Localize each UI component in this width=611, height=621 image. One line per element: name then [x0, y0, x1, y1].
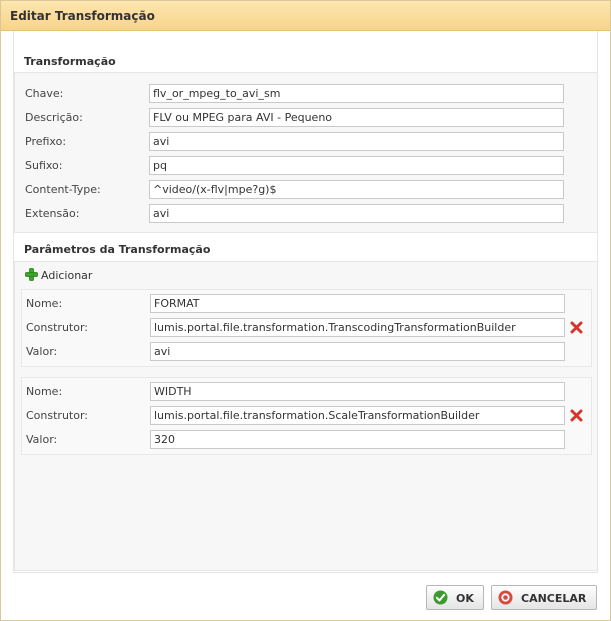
- field-row-content-type: Content-Type: ^video/(x-flv|mpe?g)$: [15, 180, 597, 200]
- param-value-label: Valor:: [26, 433, 58, 446]
- parameters-panel: Adicionar Nome: FORMAT Construtor: lumis…: [14, 261, 598, 571]
- extension-input[interactable]: avi: [149, 204, 564, 223]
- section-title-parameters: Parâmetros da Transformação: [24, 243, 211, 256]
- param-builder-label: Construtor:: [26, 409, 88, 422]
- param-builder-input[interactable]: lumis.portal.file.transformation.ScaleTr…: [150, 406, 565, 425]
- param-value-input[interactable]: avi: [150, 342, 565, 361]
- cancel-button[interactable]: CANCELAR: [491, 585, 597, 610]
- param-name-label: Nome:: [26, 385, 63, 398]
- field-row-extension: Extensão: avi: [15, 204, 597, 224]
- cancel-circle-icon: [498, 590, 513, 605]
- add-parameter-label: Adicionar: [41, 269, 93, 282]
- param-row-builder: Construtor: lumis.portal.file.transforma…: [22, 406, 591, 426]
- plus-icon: [25, 268, 38, 281]
- field-row-key: Chave: flv_or_mpeg_to_avi_sm: [15, 84, 597, 104]
- ok-label: OK: [456, 592, 474, 605]
- param-value-input[interactable]: 320: [150, 430, 565, 449]
- param-row-name: Nome: FORMAT: [22, 294, 591, 314]
- cancel-label: CANCELAR: [521, 592, 587, 605]
- delete-x-icon[interactable]: [570, 321, 583, 334]
- suffix-label: Sufixo:: [25, 159, 63, 172]
- description-label: Descrição:: [25, 111, 83, 124]
- key-input[interactable]: flv_or_mpeg_to_avi_sm: [149, 84, 564, 103]
- suffix-input[interactable]: pq: [149, 156, 564, 175]
- parameter-item: Nome: WIDTH Construtor: lumis.portal.fil…: [21, 377, 592, 455]
- param-name-label: Nome:: [26, 297, 63, 310]
- dialog-title: Editar Transformação: [1, 1, 610, 31]
- content-type-input[interactable]: ^video/(x-flv|mpe?g)$: [149, 180, 564, 199]
- field-row-prefix: Prefixo: avi: [15, 132, 597, 152]
- prefix-label: Prefixo:: [25, 135, 67, 148]
- extension-label: Extensão:: [25, 207, 80, 220]
- param-value-label: Valor:: [26, 345, 58, 358]
- key-label: Chave:: [25, 87, 64, 100]
- field-row-suffix: Sufixo: pq: [15, 156, 597, 176]
- param-builder-input[interactable]: lumis.portal.file.transformation.Transco…: [150, 318, 565, 337]
- description-input[interactable]: FLV ou MPEG para AVI - Pequeno: [149, 108, 564, 127]
- param-name-input[interactable]: FORMAT: [150, 294, 565, 313]
- prefix-input[interactable]: avi: [149, 132, 564, 151]
- transformation-panel: Chave: flv_or_mpeg_to_avi_sm Descrição: …: [14, 72, 598, 233]
- section-title-transformation: Transformação: [24, 55, 116, 68]
- param-row-builder: Construtor: lumis.portal.file.transforma…: [22, 318, 591, 338]
- edit-transformation-dialog: Editar Transformação Transformação Chave…: [0, 0, 611, 621]
- param-row-value: Valor: avi: [22, 342, 591, 362]
- parameter-item: Nome: FORMAT Construtor: lumis.portal.fi…: [21, 289, 592, 367]
- param-name-input[interactable]: WIDTH: [150, 382, 565, 401]
- content-type-label: Content-Type:: [25, 183, 101, 196]
- param-row-name: Nome: WIDTH: [22, 382, 591, 402]
- checkmark-icon: [433, 590, 448, 605]
- param-row-value: Valor: 320: [22, 430, 591, 450]
- delete-x-icon[interactable]: [570, 409, 583, 422]
- field-row-description: Descrição: FLV ou MPEG para AVI - Pequen…: [15, 108, 597, 128]
- dialog-content: Transformação Chave: flv_or_mpeg_to_avi_…: [13, 31, 598, 573]
- param-builder-label: Construtor:: [26, 321, 88, 334]
- ok-button[interactable]: OK: [426, 585, 484, 610]
